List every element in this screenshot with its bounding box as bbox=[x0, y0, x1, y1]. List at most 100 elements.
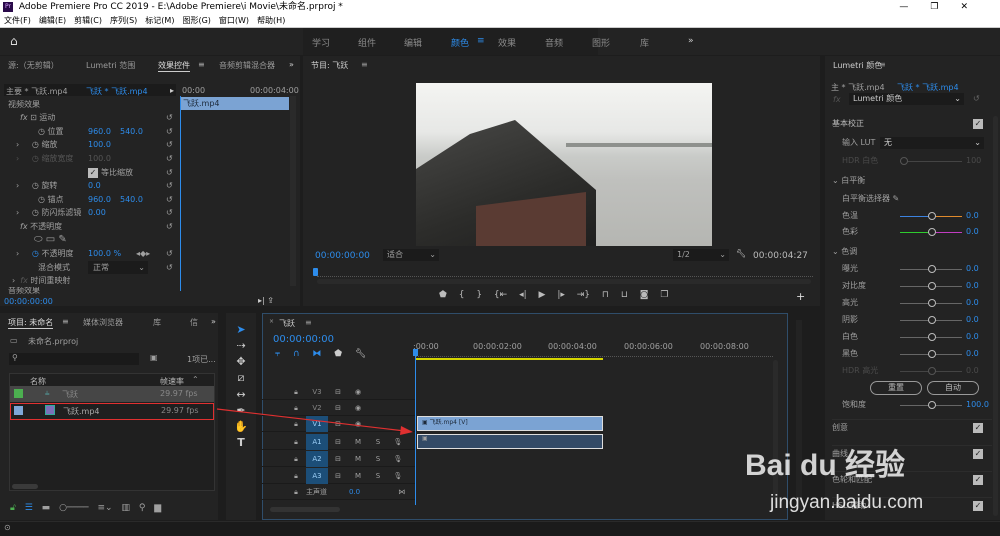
reset-button[interactable]: 重置 bbox=[870, 381, 922, 395]
timeline-timecode[interactable]: 00:00:00:00 bbox=[273, 334, 334, 345]
extract-button[interactable]: ⊔ bbox=[621, 290, 628, 300]
mic-icon[interactable]: 🎙︎ bbox=[388, 451, 408, 467]
zoom-fit-select[interactable]: 适合 ⌄ bbox=[383, 249, 439, 261]
rotation-value[interactable]: 0.0 bbox=[88, 179, 101, 192]
lock-icon[interactable]: 🔒︎ bbox=[286, 468, 306, 484]
curves-checkbox[interactable]: ✓ bbox=[973, 449, 983, 459]
sequence-menu-icon[interactable]: ≡ bbox=[305, 318, 312, 327]
hsl-secondary-section[interactable]: HSL 辅助 bbox=[832, 501, 866, 510]
add-marker-button[interactable]: ⬟ bbox=[439, 290, 447, 300]
track-a1[interactable]: A1 bbox=[306, 434, 328, 450]
more-panels-button[interactable]: » bbox=[211, 317, 216, 326]
lumetri-menu-icon[interactable]: ≡ bbox=[879, 60, 886, 69]
menu-marker[interactable]: 标记(M) bbox=[145, 16, 174, 25]
sync-lock-icon[interactable]: ⊟ bbox=[328, 384, 348, 400]
blacks-value[interactable]: 0.0 bbox=[966, 346, 979, 362]
go-to-out-button[interactable]: ⇥} bbox=[577, 290, 590, 300]
video-clip[interactable]: ▣ 飞跃.mp4 [V] bbox=[417, 416, 603, 431]
linked-selection-icon[interactable]: ⧓ bbox=[312, 349, 321, 359]
program-timecode[interactable]: 00:00:00:00 bbox=[315, 251, 370, 261]
export-frame-camera-icon[interactable]: ◙ bbox=[640, 290, 649, 300]
selection-tool-icon[interactable]: ➤ bbox=[226, 323, 256, 336]
close-button[interactable]: ✕ bbox=[960, 2, 990, 12]
more-workspaces-button[interactable]: » bbox=[688, 36, 694, 46]
playhead-handle[interactable] bbox=[413, 349, 418, 356]
curves-section[interactable]: 曲线 bbox=[832, 449, 848, 458]
comparison-view-button[interactable]: ❐ bbox=[660, 290, 668, 300]
list-item[interactable]: ⫨ 飞跃 29.97 fps bbox=[10, 386, 214, 402]
lumetri-title[interactable]: Lumetri 颜色 bbox=[833, 60, 882, 71]
tab-effect-controls[interactable]: 效果控件 bbox=[158, 60, 190, 72]
tone-header[interactable]: 色调 bbox=[841, 247, 857, 256]
find-icon[interactable]: ⚲ bbox=[139, 503, 146, 513]
workspace-audio[interactable]: 音频 bbox=[545, 36, 563, 49]
mic-icon[interactable]: 🎙︎ bbox=[388, 468, 408, 484]
opacity-value[interactable]: 100.0 % bbox=[88, 247, 121, 260]
color-wheels-checkbox[interactable]: ✓ bbox=[973, 475, 983, 485]
sequence-clip-selector[interactable]: 飞跃 * 飞跃.mp4 bbox=[86, 86, 148, 97]
creative-section[interactable]: 创意 bbox=[832, 423, 848, 432]
scale-value[interactable]: 100.0 bbox=[88, 138, 111, 151]
lock-icon[interactable]: 🔒︎ bbox=[286, 451, 306, 467]
anchor-y[interactable]: 540.0 bbox=[120, 193, 143, 206]
sync-lock-icon[interactable]: ⊟ bbox=[328, 434, 348, 450]
icon-view-icon[interactable]: ▬ bbox=[42, 503, 51, 513]
sync-lock-icon[interactable]: ⊟ bbox=[328, 451, 348, 467]
list-view-icon[interactable]: ☰ bbox=[25, 503, 33, 513]
tab-source[interactable]: 源:（无剪辑） bbox=[8, 60, 59, 71]
label-color-swatch[interactable] bbox=[14, 406, 23, 415]
work-area-bar[interactable] bbox=[415, 358, 603, 360]
menu-graphics[interactable]: 图形(G) bbox=[182, 16, 210, 25]
tab-libraries[interactable]: 库 bbox=[153, 317, 161, 328]
input-lut-select[interactable]: 无 ⌄ bbox=[880, 137, 984, 149]
tab-info[interactable]: 信 bbox=[190, 317, 198, 328]
mark-out-button[interactable]: } bbox=[476, 290, 482, 300]
lock-icon[interactable]: 🔒︎ bbox=[286, 484, 306, 500]
new-bin-icon[interactable]: ▣ bbox=[150, 353, 158, 362]
mic-icon[interactable]: 🎙︎ bbox=[388, 434, 408, 450]
keyframe-nav-icon[interactable]: ◂◆▸ bbox=[136, 247, 150, 260]
mute-button[interactable]: M bbox=[348, 434, 368, 450]
step-back-button[interactable]: ◂| bbox=[519, 290, 527, 300]
menu-window[interactable]: 窗口(W) bbox=[219, 16, 249, 25]
rect-mask-icon[interactable]: ▭ bbox=[46, 234, 55, 245]
timeline-settings-wrench-icon[interactable]: 🔧︎ bbox=[355, 349, 366, 359]
tab-audio-mixer[interactable]: 音频剪辑混合器 bbox=[219, 60, 277, 71]
track-select-tool-icon[interactable]: ⇢ bbox=[226, 339, 256, 352]
workspace-menu-icon[interactable]: ≡ bbox=[477, 36, 485, 46]
track-a3[interactable]: A3 bbox=[306, 468, 328, 484]
pen-mask-icon[interactable]: ✎ bbox=[58, 234, 66, 245]
workspace-libraries[interactable]: 库 bbox=[640, 36, 649, 49]
mute-button[interactable]: M bbox=[348, 451, 368, 467]
program-menu-icon[interactable]: ≡ bbox=[361, 60, 368, 69]
solo-button[interactable]: S bbox=[368, 451, 388, 467]
razor-tool-icon[interactable]: ⧄ bbox=[226, 371, 256, 385]
flicker-value[interactable]: 0.00 bbox=[88, 206, 106, 219]
menu-sequence[interactable]: 序列(S) bbox=[110, 16, 137, 25]
workspace-learn[interactable]: 学习 bbox=[312, 36, 330, 49]
eyedropper-icon[interactable]: ✎ bbox=[893, 194, 900, 203]
maximize-button[interactable]: ❐ bbox=[930, 2, 960, 12]
ec-timecode[interactable]: 00:00:00:00 bbox=[4, 297, 53, 306]
sequence-tab[interactable]: 飞跃 bbox=[279, 318, 295, 329]
video-frame[interactable] bbox=[416, 83, 712, 246]
program-title[interactable]: 节目: 飞跃 bbox=[311, 60, 348, 71]
workspace-editing[interactable]: 编辑 bbox=[404, 36, 422, 49]
saturation-value[interactable]: 100.0 bbox=[966, 397, 989, 413]
go-to-in-button[interactable]: {⇤ bbox=[494, 290, 507, 300]
lumetri-effect-select[interactable]: Lumetri 颜色 ⌄ bbox=[849, 93, 964, 105]
wrench-icon[interactable]: 🔧︎ bbox=[736, 249, 746, 258]
whites-value[interactable]: 0.0 bbox=[966, 329, 979, 345]
workspace-color[interactable]: 颜色 bbox=[451, 36, 469, 49]
more-panels-button[interactable]: » bbox=[289, 60, 294, 69]
ellipse-mask-icon[interactable]: ⬭ bbox=[34, 234, 43, 245]
temperature-value[interactable]: 0.0 bbox=[966, 208, 979, 224]
timeline-vscroll[interactable] bbox=[773, 360, 778, 500]
project-search-input[interactable]: ⚲ bbox=[9, 353, 139, 365]
solo-button[interactable]: S bbox=[368, 468, 388, 484]
mute-button[interactable]: M bbox=[348, 468, 368, 484]
color-wheels-section[interactable]: 色轮和匹配 bbox=[832, 475, 872, 484]
contrast-value[interactable]: 0.0 bbox=[966, 278, 979, 294]
track-v3[interactable]: V3 bbox=[306, 384, 328, 400]
menu-clip[interactable]: 剪辑(C) bbox=[74, 16, 102, 25]
